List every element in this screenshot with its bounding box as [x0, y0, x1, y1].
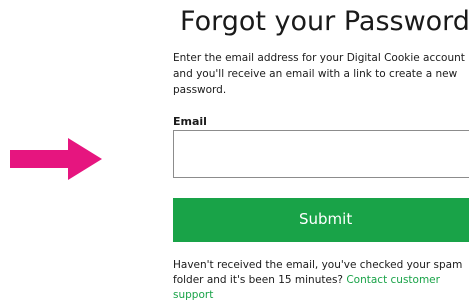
email-label: Email: [173, 115, 207, 128]
submit-button[interactable]: Submit: [173, 198, 469, 242]
email-field[interactable]: [173, 130, 469, 178]
help-text: Haven't received the email, you've check…: [173, 258, 469, 303]
instructions-text: Enter the email address for your Digital…: [173, 52, 465, 96]
forgot-password-page: Forgot your Password? Enter the email ad…: [0, 0, 469, 305]
right-arrow-icon: [10, 138, 102, 180]
submit-button-label: Submit: [299, 210, 353, 228]
page-title: Forgot your Password?: [180, 6, 469, 37]
